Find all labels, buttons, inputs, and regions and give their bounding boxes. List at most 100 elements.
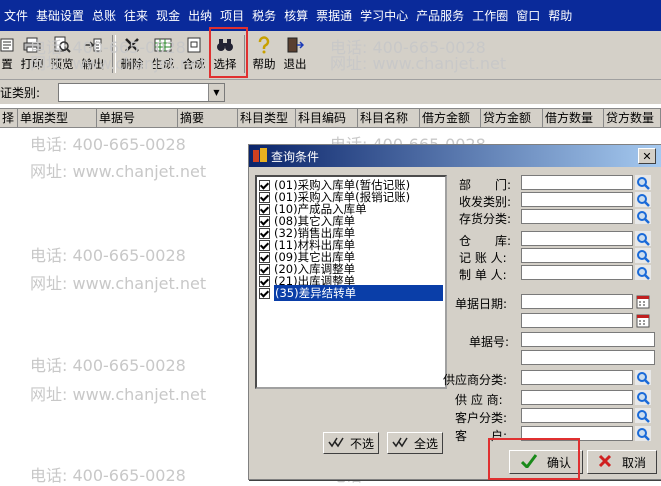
dialog-app-icon <box>253 148 267 162</box>
grid-header: 择单据类型 单据号 摘要 科目类型 科目编码 科目名称 借方金额 贷方金额 借方数量 贷方数量 <box>0 108 661 128</box>
menu-item[interactable]: 票据通 <box>312 7 356 24</box>
checkbox[interactable] <box>259 251 270 263</box>
checkbox[interactable] <box>259 179 270 191</box>
menu-item[interactable]: 现金 <box>152 7 184 24</box>
lookup-search-icon[interactable] <box>635 265 651 280</box>
cancel-x-icon <box>598 454 612 471</box>
lookup-search-icon[interactable] <box>635 192 651 207</box>
settings-icon <box>0 36 16 54</box>
lookup-search-icon[interactable] <box>635 370 651 385</box>
checkbox[interactable] <box>259 215 270 227</box>
menu-item[interactable]: 核算 <box>280 7 312 24</box>
field-label-rd-type: 收发类别: <box>459 195 512 209</box>
checkbox[interactable] <box>259 275 270 287</box>
checkbox[interactable] <box>259 203 270 215</box>
lookup-search-icon[interactable] <box>635 209 651 224</box>
field-label-supplier: 供 应 商: <box>455 393 503 407</box>
voucher-type-row: 证类别: ▼ <box>0 80 661 104</box>
column-header[interactable]: 单据类型 <box>18 109 97 127</box>
column-header[interactable]: 贷方金额 <box>481 109 543 127</box>
lookup-search-icon[interactable] <box>635 231 651 246</box>
lookup-search-icon[interactable] <box>635 390 651 405</box>
date-to-field[interactable] <box>521 350 655 365</box>
doc-date-field[interactable] <box>521 294 633 309</box>
menu-item[interactable]: 工作圈 <box>468 7 512 24</box>
column-header[interactable]: 借方金额 <box>420 109 481 127</box>
column-header[interactable]: 科目编码 <box>296 109 358 127</box>
deselect-icon <box>328 436 344 451</box>
bookkeeper-field[interactable] <box>521 248 633 263</box>
chevron-down-icon[interactable]: ▼ <box>208 84 224 101</box>
menu-item[interactable]: 基础设置 <box>32 7 88 24</box>
field-label-bookkeeper: 记 账 人: <box>459 251 507 265</box>
maker-field[interactable] <box>521 265 633 280</box>
column-header[interactable]: 摘要 <box>178 109 238 127</box>
document-type-list[interactable]: (01)采购入库单(暂估记账) (01)采购入库单(报销记账) (10)产成品入库单… <box>255 175 447 389</box>
menu-item[interactable]: 产品服务 <box>412 7 468 24</box>
calendar-icon[interactable] <box>635 294 651 309</box>
checkbox[interactable] <box>259 263 270 275</box>
customer-class-field[interactable] <box>521 408 633 423</box>
help-label: 帮助 <box>252 57 276 71</box>
menu-item[interactable]: 学习中心 <box>356 7 412 24</box>
select-all-button[interactable]: 全选 <box>387 432 443 454</box>
menu-item[interactable]: 项目 <box>216 7 248 24</box>
lookup-search-icon[interactable] <box>635 175 651 190</box>
lookup-search-icon[interactable] <box>635 408 651 423</box>
watermark-text: 电话: 400-665-0028 <box>30 135 186 154</box>
voucher-type-select[interactable]: ▼ <box>58 83 225 102</box>
inv-class-field[interactable] <box>521 209 633 224</box>
menu-item[interactable]: 出纳 <box>184 7 216 24</box>
date-to-field[interactable] <box>521 313 633 328</box>
select-all-icon <box>392 436 408 451</box>
lookup-search-icon[interactable] <box>635 248 651 263</box>
close-icon[interactable]: ✕ <box>638 148 656 164</box>
watermark-text: 电话: 400-665-0028 <box>30 246 186 265</box>
field-label-inv-class: 存货分类: <box>459 212 512 226</box>
dept-field[interactable] <box>521 175 633 190</box>
checkbox[interactable] <box>259 287 270 299</box>
column-header[interactable]: 科目名称 <box>358 109 420 127</box>
document-type-item[interactable]: (35)差异结转单 <box>259 285 443 301</box>
column-header[interactable]: 单据号 <box>97 109 178 127</box>
menu-item[interactable]: 往来 <box>120 7 152 24</box>
document-type-label: (35)差异结转单 <box>274 285 443 301</box>
help-button[interactable]: 帮助 <box>249 34 279 74</box>
column-header[interactable]: 贷方数量 <box>604 109 661 127</box>
checkbox[interactable] <box>259 227 270 239</box>
rd-type-field[interactable] <box>521 192 633 207</box>
column-header[interactable]: 借方数量 <box>543 109 604 127</box>
column-header[interactable]: 科目类型 <box>238 109 296 127</box>
watermark-text: 电话: 400-665-0028 <box>30 466 186 485</box>
watermark-text: 网址: www.chanjet.net <box>30 162 207 181</box>
field-label-supplier-class: 供应商分类: <box>443 373 508 387</box>
calendar-icon[interactable] <box>635 313 651 328</box>
watermark-text: 网址: www.chanjet.net <box>330 54 507 73</box>
exit-door-icon <box>286 36 304 54</box>
help-icon <box>255 36 273 54</box>
settings-label: 置 <box>1 57 13 71</box>
watermark-text: 电话: 400-665-0028 <box>30 356 186 375</box>
lookup-search-icon[interactable] <box>635 426 651 441</box>
supplier-class-field[interactable] <box>521 370 633 385</box>
doc-no-field[interactable] <box>521 332 655 347</box>
menu-item[interactable]: 窗口 <box>512 7 544 24</box>
checkbox[interactable] <box>259 191 270 203</box>
field-label-doc-no: 单据号: <box>469 335 510 349</box>
supplier-field[interactable] <box>521 390 633 405</box>
voucher-type-label: 证类别: <box>0 86 41 100</box>
deselect-label: 不选 <box>349 436 374 451</box>
menu-item[interactable]: 总账 <box>88 7 120 24</box>
warehouse-field[interactable] <box>521 231 633 246</box>
menu-item[interactable]: 税务 <box>248 7 280 24</box>
deselect-button[interactable]: 不选 <box>323 432 379 454</box>
cancel-button[interactable]: 取消 <box>587 450 657 474</box>
checkbox[interactable] <box>259 239 270 251</box>
menu-bar: 文件 基础设置 总账 往来 现金 出纳 项目 税务 核算 票据通 学习中心 产品服务 工作圈 窗口 帮助 <box>0 0 661 31</box>
field-label-maker: 制 单 人: <box>459 268 507 282</box>
watermark-text: 网址: www.chanjet.net <box>30 385 207 404</box>
column-header[interactable]: 择 <box>0 109 18 127</box>
menu-item[interactable]: 帮助 <box>544 7 576 24</box>
menu-item[interactable]: 文件 <box>0 7 32 24</box>
exit-button[interactable]: 退出 <box>280 34 310 74</box>
